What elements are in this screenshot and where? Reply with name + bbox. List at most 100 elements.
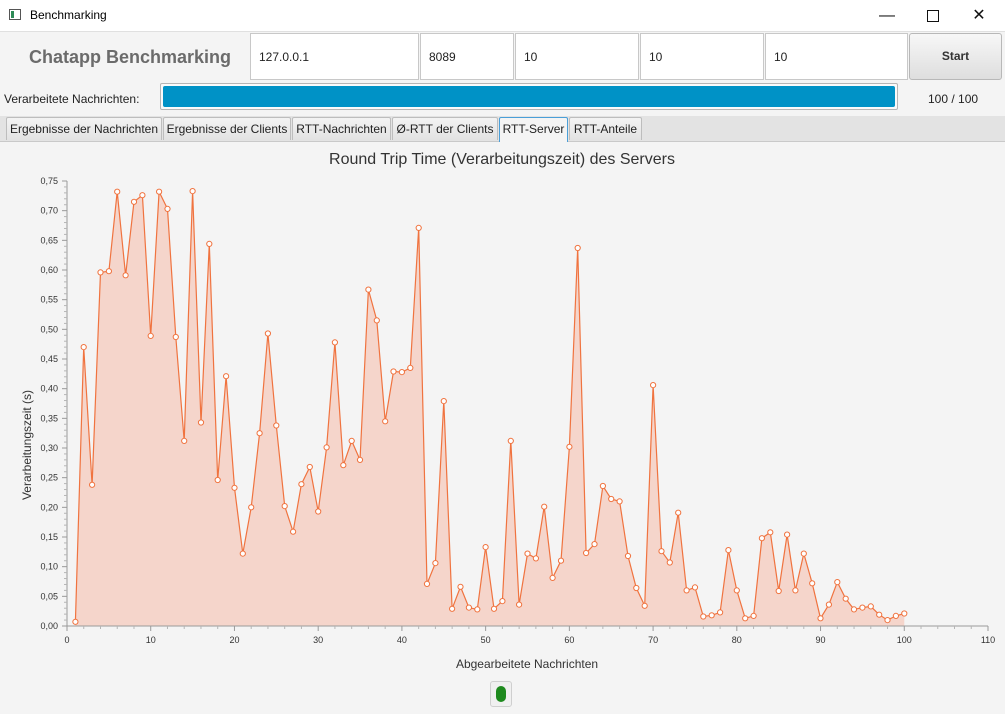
progress-fill (163, 86, 895, 107)
tab-client-results[interactable]: Ergebnisse der Clients (163, 117, 291, 140)
app-window-icon (9, 9, 21, 20)
data-point (449, 605, 456, 612)
data-point (331, 339, 338, 346)
data-point (306, 463, 313, 471)
data-point (532, 555, 540, 562)
y-tick-label: 0,50 (40, 324, 58, 334)
x-tick-label: 40 (397, 635, 407, 645)
chart-title: Round Trip Time (Verarbeitungszeit) des … (329, 151, 675, 168)
rtt-server-chart: 0,00 0,05 0,10 0,15 0,20 0,25 0,30 0,35 0,40 0,45… (0, 142, 1005, 714)
data-point (407, 364, 414, 371)
title-bar: Benchmarking — ✕ (0, 0, 1005, 32)
data-point (415, 224, 422, 232)
x-tick-label: 10 (146, 635, 156, 645)
data-point (122, 272, 129, 279)
y-tick-label: 0,05 (40, 591, 58, 601)
data-point (817, 615, 824, 622)
data-point (775, 587, 782, 595)
data-point (290, 528, 297, 535)
data-point (650, 382, 657, 389)
data-point (340, 462, 347, 469)
data-point (566, 443, 573, 450)
y-tick-label: 0,40 (40, 384, 58, 394)
clients-field[interactable]: 10 (515, 33, 639, 80)
progress-row: Verarbeitete Nachrichten: 100 / 100 (0, 83, 1005, 113)
x-axis-label: Abgearbeitete Nachrichten (456, 657, 598, 671)
data-point (239, 550, 246, 557)
y-tick-label: 0,75 (40, 176, 58, 186)
data-point (583, 549, 590, 557)
data-point (750, 612, 757, 619)
data-point (172, 333, 179, 341)
data-point (675, 509, 682, 516)
tab-rtt-shares[interactable]: RTT-Anteile (569, 117, 642, 140)
data-point (867, 603, 874, 610)
y-tick-label: 0,25 (40, 473, 58, 483)
data-point (767, 529, 774, 536)
data-point (599, 482, 607, 490)
interval-field[interactable]: 10 (765, 33, 908, 80)
port-field[interactable]: 8089 (420, 33, 514, 80)
x-tick-label: 90 (816, 635, 826, 645)
data-point (432, 560, 439, 567)
data-point (356, 456, 364, 463)
data-point (633, 584, 640, 592)
chart-svg: 0,00 0,05 0,10 0,15 0,20 0,25 0,30 0,35 0,40 0,45… (20, 151, 995, 671)
data-point (683, 587, 690, 594)
data-point (666, 559, 673, 566)
data-point (264, 330, 271, 337)
data-point (809, 580, 816, 587)
app-title: Chatapp Benchmarking (29, 47, 232, 67)
host-field[interactable]: 127.0.0.1 (250, 33, 419, 80)
data-point (892, 612, 900, 619)
data-point (490, 605, 498, 612)
data-point (298, 481, 305, 488)
data-point (139, 192, 146, 199)
messages-field[interactable]: 10 (640, 33, 764, 80)
x-tick-label: 110 (981, 635, 995, 645)
data-point (373, 317, 380, 324)
tab-avg-rtt-clients[interactable]: Ø-RTT der Clients (392, 117, 498, 140)
data-point (231, 484, 238, 491)
progress-label: Verarbeitete Nachrichten: (4, 92, 140, 106)
y-tick-label: 0,35 (40, 413, 58, 423)
y-tick-label: 0,15 (40, 532, 58, 542)
data-point (901, 610, 908, 617)
data-point (97, 269, 104, 276)
x-tick-label: 0 (64, 635, 69, 645)
tab-rtt-server[interactable]: RTT-Server (499, 117, 568, 142)
data-point (398, 369, 405, 376)
data-point (608, 495, 615, 503)
data-point (382, 418, 389, 425)
data-point (214, 476, 221, 484)
area-fill (75, 191, 905, 626)
tab-bar: Ergebnisse der Nachrichten Ergebnisse de… (0, 116, 1005, 142)
data-point (733, 587, 740, 594)
data-point (700, 613, 707, 620)
data-point (273, 422, 280, 429)
y-axis-label: Verarbeitungszeit (s) (20, 390, 34, 500)
maximize-icon[interactable] (910, 0, 956, 31)
data-point (465, 604, 472, 611)
y-tick-label: 0,10 (40, 562, 58, 572)
y-tick-label: 0,70 (40, 206, 58, 216)
data-point (348, 437, 355, 444)
data-point (825, 601, 833, 608)
start-button[interactable]: Start (909, 33, 1002, 80)
close-icon[interactable]: ✕ (956, 0, 1002, 31)
data-point (624, 552, 632, 560)
benchmark-toolbar: Chatapp Benchmarking 127.0.0.1 8089 10 1… (0, 32, 1005, 82)
data-point (507, 437, 514, 444)
tab-message-results[interactable]: Ergebnisse der Nachrichten (6, 117, 162, 140)
y-tick-label: 0,00 (40, 621, 58, 631)
data-point (482, 544, 489, 551)
data-point (800, 550, 807, 557)
tab-rtt-messages[interactable]: RTT-Nachrichten (292, 117, 391, 140)
minimize-icon[interactable]: — (864, 0, 910, 31)
data-point (147, 332, 154, 339)
data-point (641, 602, 648, 609)
y-tick-label: 0,60 (40, 265, 58, 275)
progress-bar (160, 83, 898, 110)
status-led-icon (496, 686, 506, 702)
data-point (206, 240, 213, 248)
